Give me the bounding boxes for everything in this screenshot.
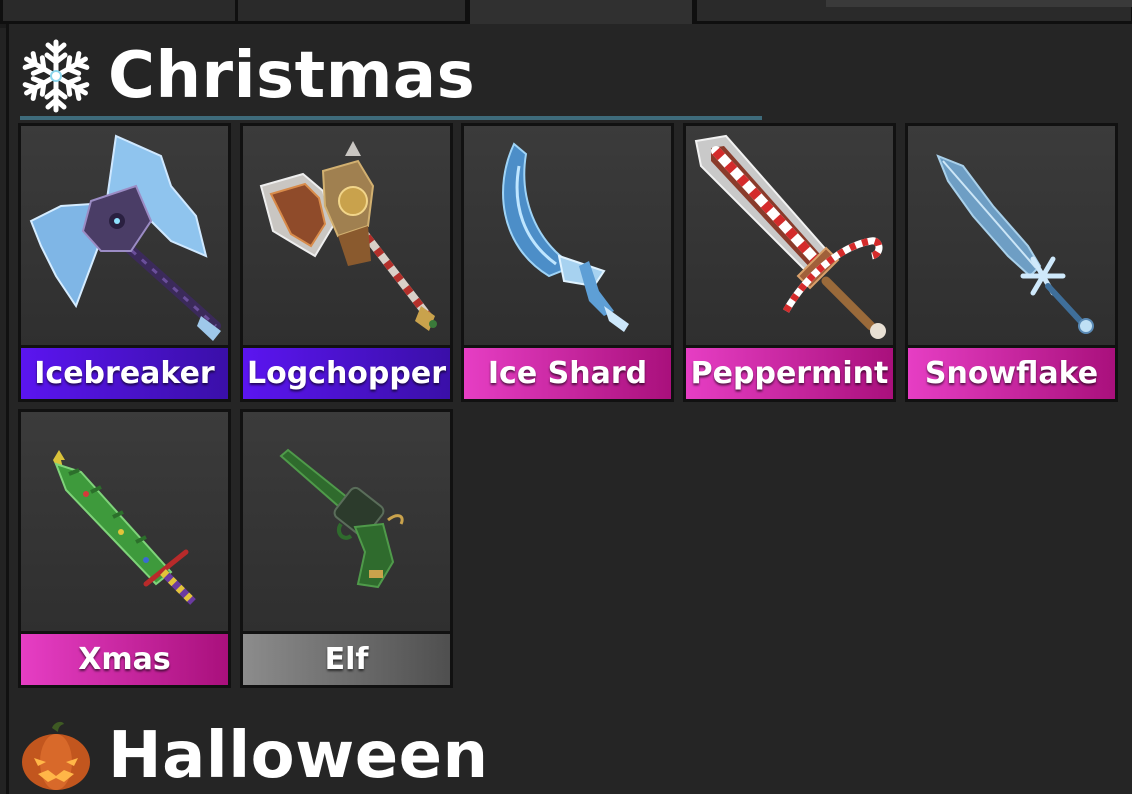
item-image <box>21 126 228 345</box>
wood-axe-icon <box>259 141 437 331</box>
snowflake-icon <box>18 39 94 114</box>
tab-2[interactable] <box>235 0 468 24</box>
item-label: Logchopper <box>243 348 450 399</box>
item-label: Ice Shard <box>464 348 671 399</box>
pumpkin-icon <box>22 721 90 790</box>
item-label: Icebreaker <box>21 348 228 399</box>
ice-scimitar-icon <box>502 142 629 332</box>
item-image <box>686 126 893 345</box>
item-card-peppermint[interactable]: Peppermint <box>683 123 896 402</box>
halloween-section-header: Halloween <box>18 718 489 794</box>
section-underline <box>20 116 762 120</box>
section-title: Christmas <box>108 39 476 113</box>
item-image <box>21 412 228 631</box>
christmas-section-header: Christmas <box>18 38 475 114</box>
item-card-ice-shard[interactable]: Ice Shard <box>461 123 674 402</box>
item-label: Elf <box>243 634 450 685</box>
item-image <box>243 126 450 345</box>
item-card-snowflake[interactable]: Snowflake <box>905 123 1118 402</box>
item-card-icebreaker[interactable]: Icebreaker <box>18 123 231 402</box>
item-image <box>908 126 1115 345</box>
item-label: Snowflake <box>908 348 1115 399</box>
item-image <box>243 412 450 631</box>
tree-sword-icon <box>53 450 196 605</box>
top-scrollbar[interactable] <box>826 0 1132 7</box>
item-card-xmas[interactable]: Xmas <box>18 409 231 688</box>
candy-cane-sword-icon <box>694 134 886 339</box>
item-label: Peppermint <box>686 348 893 399</box>
green-revolver-icon <box>279 448 404 589</box>
section-title: Halloween <box>108 719 489 793</box>
item-card-elf[interactable]: Elf <box>240 409 453 688</box>
tab-1[interactable] <box>0 0 238 24</box>
item-card-logchopper[interactable]: Logchopper <box>240 123 453 402</box>
item-image <box>464 126 671 345</box>
item-label: Xmas <box>21 634 228 685</box>
ice-axe-icon <box>29 134 221 341</box>
ice-sword-icon <box>936 154 1094 334</box>
